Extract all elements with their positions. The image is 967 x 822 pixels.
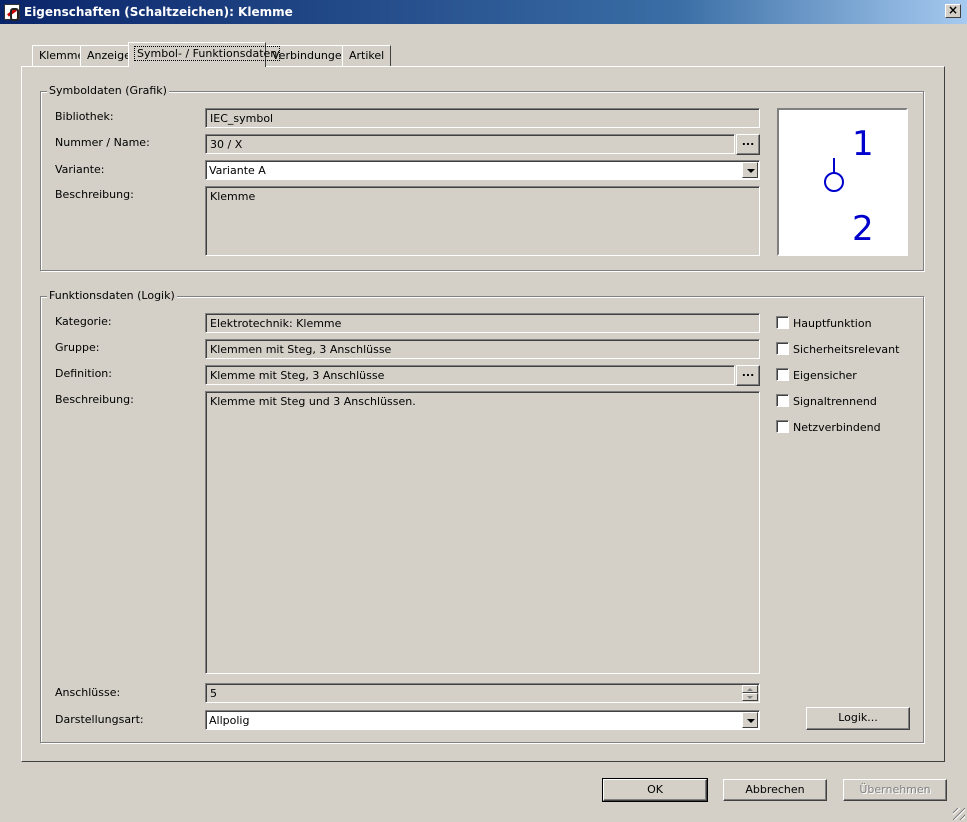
anschluesse-spinner[interactable]: 5 (205, 683, 760, 703)
symbol-data-group: Symboldaten (Grafik) Bibliothek: IEC_sym… (40, 84, 924, 271)
apply-button[interactable]: Übernehmen (843, 779, 947, 801)
ok-button[interactable]: OK (602, 778, 708, 802)
spin-up-icon[interactable] (742, 685, 758, 693)
definition-field[interactable]: Klemme mit Steg, 3 Anschlüsse (205, 365, 735, 385)
tab-label: Artikel (349, 49, 385, 62)
logik-button[interactable]: Logik... (806, 707, 910, 730)
spin-down-icon[interactable] (742, 693, 758, 701)
definition-label: Definition: (55, 367, 112, 380)
function-data-group: Funktionsdaten (Logik) Kategorie: Elektr… (40, 289, 924, 743)
nummer-name-field[interactable]: 30 / X (205, 134, 735, 154)
anschluesse-label: Anschlüsse: (55, 686, 121, 699)
checkbox-label: Sicherheitsrelevant (793, 343, 900, 356)
cancel-button[interactable]: Abbrechen (723, 779, 827, 801)
tab-artikel[interactable]: Artikel (342, 45, 392, 66)
tab-label: Verbindungen (272, 49, 349, 62)
checkbox-label: Eigensicher (793, 369, 857, 382)
title-bar[interactable]: Eigenschaften (Schaltzeichen): Klemme × (0, 0, 967, 24)
checkbox-box[interactable] (776, 316, 789, 329)
darstellungsart-dropdown[interactable]: Allpolig (205, 710, 760, 730)
checkbox-label: Netzverbindend (793, 421, 881, 434)
bibliothek-label: Bibliothek: (55, 110, 114, 123)
chevron-down-icon[interactable] (742, 162, 758, 178)
nummer-name-label: Nummer / Name: (55, 136, 150, 149)
gruppe-label: Gruppe: (55, 341, 100, 354)
funktion-beschreibung-field[interactable]: Klemme mit Steg und 3 Anschlüssen. (205, 391, 760, 674)
kategorie-label: Kategorie: (55, 315, 112, 328)
bibliothek-field[interactable]: IEC_symbol (205, 108, 760, 128)
darstellungsart-label: Darstellungsart: (55, 713, 144, 726)
kategorie-field[interactable]: Elektrotechnik: Klemme (205, 313, 760, 333)
symbol-beschreibung-label: Beschreibung: (55, 188, 134, 201)
tab-label: Anzeige (87, 49, 131, 62)
group-title: Symboldaten (Grafik) (47, 84, 169, 97)
pin-number-top: 1 (852, 124, 874, 164)
terminal-symbol-graphic: 1 2 (824, 124, 874, 249)
darstellungsart-value: Allpolig (209, 714, 250, 727)
tab-label: Klemme (39, 49, 85, 62)
window-title: Eigenschaften (Schaltzeichen): Klemme (24, 5, 293, 19)
tab-label: Symbol- / Funktionsdaten (133, 46, 281, 61)
symbol-preview: 1 2 (777, 108, 908, 256)
checkbox-box[interactable] (776, 394, 789, 407)
gruppe-field[interactable]: Klemmen mit Steg, 3 Anschlüsse (205, 339, 760, 359)
variante-dropdown[interactable]: Variante A (205, 160, 760, 180)
checkbox-box[interactable] (776, 342, 789, 355)
definition-browse-button[interactable]: ... (736, 365, 760, 386)
variante-value: Variante A (209, 164, 266, 177)
resize-grip-icon[interactable] (953, 808, 965, 820)
checkbox-box[interactable] (776, 368, 789, 381)
close-button[interactable]: × (945, 4, 961, 18)
app-icon (4, 4, 20, 21)
symbol-circle (824, 172, 844, 192)
symbol-beschreibung-field[interactable]: Klemme (205, 186, 760, 256)
checkbox-label: Hauptfunktion (793, 317, 872, 330)
checkbox-label: Signaltrennend (793, 395, 877, 408)
tab-panel: Symboldaten (Grafik) Bibliothek: IEC_sym… (21, 66, 945, 762)
anschluesse-value: 5 (210, 687, 217, 700)
pin-number-bottom: 2 (852, 209, 874, 249)
group-title: Funktionsdaten (Logik) (47, 289, 177, 302)
tab-symbol-funktionsdaten[interactable]: Symbol- / Funktionsdaten (128, 42, 281, 67)
nummer-browse-button[interactable]: ... (736, 134, 760, 155)
funktion-beschreibung-label: Beschreibung: (55, 393, 134, 406)
chevron-down-icon[interactable] (742, 712, 758, 728)
variante-label: Variante: (55, 163, 105, 176)
checkbox-box[interactable] (776, 420, 789, 433)
